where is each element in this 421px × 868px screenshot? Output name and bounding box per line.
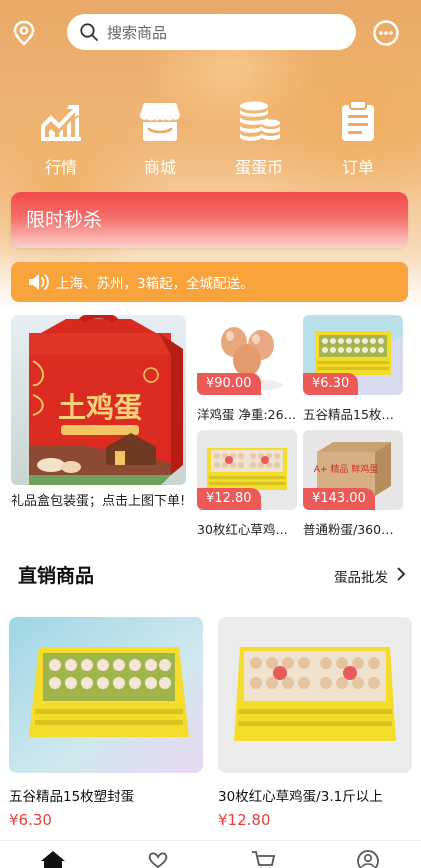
wholesale-link[interactable]: 蛋品批发 bbox=[334, 566, 388, 586]
profile-icon[interactable] bbox=[355, 849, 381, 868]
gift-box-product-image[interactable]: 土鸡蛋 bbox=[11, 315, 186, 485]
location-pin-icon[interactable] bbox=[11, 20, 37, 46]
gift-box-caption[interactable]: 礼品盒包装蛋；点击上图下单! bbox=[11, 492, 187, 512]
search-placeholder: 搜索商品 bbox=[107, 23, 168, 42]
price-tag: ¥143.00 bbox=[303, 488, 375, 510]
flash-sale-banner[interactable]: 限时秒杀 bbox=[11, 192, 408, 248]
quick-nav-label: 蛋蛋币 bbox=[234, 158, 283, 177]
promo-tile-western-eggs[interactable]: ¥90.00 bbox=[197, 315, 297, 395]
price-tag: ¥90.00 bbox=[197, 373, 261, 395]
carton-box-text: A+ 精品 鲜鸡蛋 bbox=[314, 463, 378, 475]
promo-tile-caption[interactable]: 30枚红心草鸡… bbox=[197, 519, 297, 538]
coins-icon bbox=[240, 101, 280, 141]
store-icon bbox=[140, 103, 180, 141]
price-tag: ¥12.80 bbox=[197, 488, 261, 510]
promo-tile-red-yolk-eggs[interactable]: ¥12.80 bbox=[197, 430, 297, 510]
promo-tile-grain-eggs[interactable]: ¥6.30 bbox=[303, 315, 403, 395]
message-icon[interactable] bbox=[372, 19, 400, 47]
delivery-notice[interactable]: 上海、苏州，3箱起，全城配送。 bbox=[11, 262, 408, 302]
search-bar[interactable]: 搜索商品 bbox=[67, 14, 356, 50]
product-image: A+ 精品 鲜鸡蛋 ¥143.00 bbox=[303, 430, 403, 510]
search-icon bbox=[80, 23, 98, 41]
product-name[interactable]: 30枚红心草鸡蛋/3.1斤以上 bbox=[218, 785, 383, 805]
gift-box-illustration: 土鸡蛋 bbox=[11, 315, 186, 485]
product-name[interactable]: 五谷精品15枚塑封蛋 bbox=[9, 785, 134, 805]
section-title: 直销商品 bbox=[18, 565, 95, 587]
egg-crate-illustration bbox=[9, 617, 203, 773]
promo-tile-caption[interactable]: 普通粉蛋/360… bbox=[303, 519, 403, 538]
notice-text: 上海、苏州，3箱起，全城配送。 bbox=[56, 276, 254, 292]
promo-tile-caption[interactable]: 洋鸡蛋 净重:26… bbox=[197, 404, 297, 423]
quick-nav-label: 订单 bbox=[341, 158, 374, 177]
flash-sale-title: 限时秒杀 bbox=[26, 209, 103, 231]
quick-nav-label: 行情 bbox=[44, 158, 77, 177]
quick-nav-coins[interactable]: 蛋蛋币 bbox=[224, 99, 294, 178]
chevron-right-icon[interactable] bbox=[396, 566, 406, 582]
order-clipboard-icon bbox=[342, 100, 374, 141]
gift-box-text: 土鸡蛋 bbox=[58, 391, 142, 424]
speaker-icon bbox=[29, 274, 49, 290]
cart-icon[interactable] bbox=[250, 849, 276, 868]
product-image: ¥90.00 bbox=[197, 315, 297, 395]
product-image: ¥12.80 bbox=[197, 430, 297, 510]
quick-nav-orders[interactable]: 订单 bbox=[323, 99, 393, 178]
trend-chart-icon bbox=[41, 105, 81, 141]
product-image: ¥6.30 bbox=[303, 315, 403, 395]
heart-hand-icon[interactable] bbox=[145, 849, 171, 868]
product-price: ¥12.80 bbox=[218, 811, 271, 829]
product-price: ¥6.30 bbox=[9, 811, 52, 829]
egg-crate-illustration bbox=[218, 617, 412, 773]
promo-tile-caption[interactable]: 五谷精品15枚… bbox=[303, 404, 403, 423]
quick-nav-mall[interactable]: 商城 bbox=[125, 99, 195, 178]
bottom-tab-bar bbox=[0, 840, 421, 868]
quick-nav-label: 商城 bbox=[143, 158, 176, 177]
quick-nav-market[interactable]: 行情 bbox=[26, 99, 96, 178]
product-card-image[interactable] bbox=[218, 617, 412, 773]
promo-tile-pink-eggs-box[interactable]: A+ 精品 鲜鸡蛋 ¥143.00 bbox=[303, 430, 403, 510]
product-card-image[interactable] bbox=[9, 617, 203, 773]
price-tag: ¥6.30 bbox=[303, 373, 359, 395]
home-icon[interactable] bbox=[40, 849, 66, 868]
